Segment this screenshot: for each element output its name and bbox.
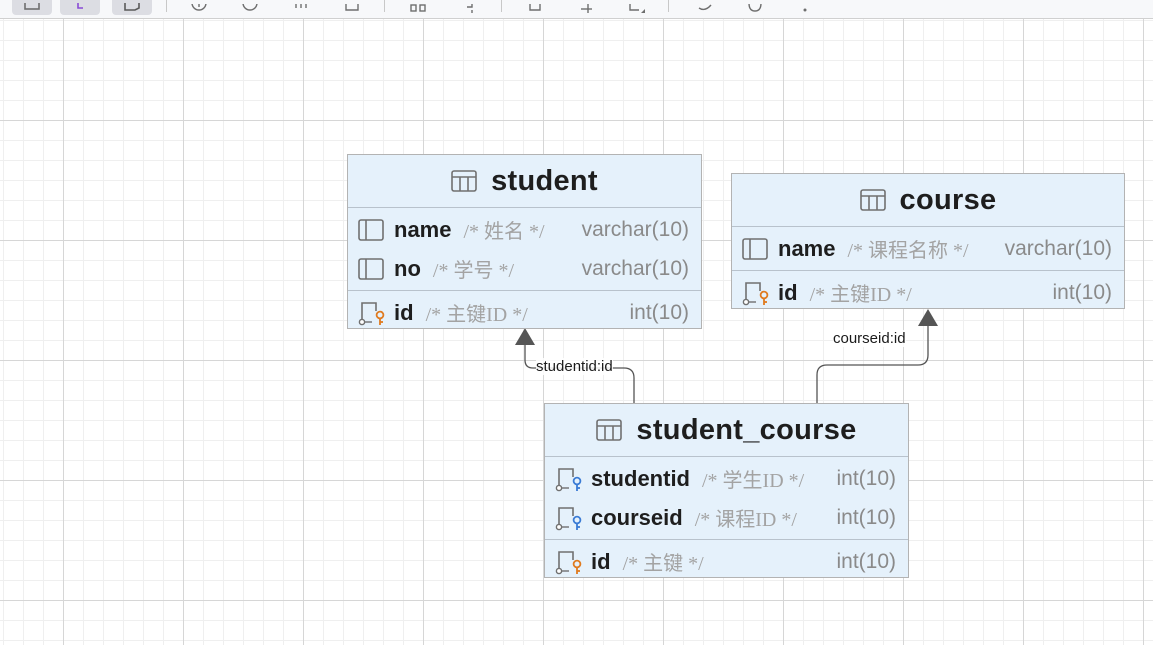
column-name: id [778,279,798,305]
column-comment: /* 主键ID */ [809,284,912,306]
column-icon [742,235,770,263]
column-name: id [591,548,611,574]
column-comment: /* 主键 */ [622,553,704,575]
entity-header: student [348,155,701,208]
foreign-key-group: studentid /* 学生ID */ int(10) courseid /*… [545,457,908,540]
column-comment: /* 学号 */ [432,260,515,282]
column-type: varchar(10) [581,217,689,241]
foreign-key-icon [555,504,583,532]
column-type: varchar(10) [1004,236,1112,260]
column-row[interactable]: name /* 课程名称 */ varchar(10) [732,229,1124,268]
column-type: int(10) [1052,280,1112,304]
edge-courseid[interactable] [816,309,938,403]
table-icon [451,170,477,192]
column-comment: /* 学生ID */ [702,470,805,492]
column-name: courseid [591,504,683,530]
column-name: name [778,235,836,261]
primary-key-icon [555,548,583,576]
key-group: id /* 主键ID */ int(10) [732,271,1124,314]
column-row[interactable]: name /* 姓名 */ varchar(10) [348,210,701,249]
entity-title: student [491,164,598,197]
column-comment: /* 主键ID */ [425,304,528,326]
column-type: int(10) [836,466,896,490]
column-comment: /* 课程名称 */ [847,240,969,262]
column-type: int(10) [836,505,896,529]
entity-header: student_course [545,404,908,457]
column-comment: /* 课程ID */ [694,509,797,531]
column-group: name /* 姓名 */ varchar(10) no /* 学号 */ va… [348,208,701,291]
key-group: id /* 主键ID */ int(10) [348,291,701,334]
entity-student-course[interactable]: student_course studentid /* 学生ID */ int(… [544,403,909,578]
edge-label-courseid: courseid:id [833,330,906,347]
column-name: studentid [591,465,690,491]
table-icon [859,189,886,211]
column-row[interactable]: id /* 主键 */ int(10) [545,542,908,581]
column-row[interactable]: courseid /* 课程ID */ int(10) [545,498,908,537]
edge-label-studentid: studentid:id [536,358,613,375]
column-comment: /* 姓名 */ [463,221,545,243]
column-name: no [394,255,421,281]
entity-title: course [899,183,997,216]
entity-title: student_course [636,413,857,446]
entity-header: course [732,174,1124,227]
key-group: id /* 主键 */ int(10) [545,540,908,583]
column-icon [358,216,386,244]
column-name: name [394,216,452,242]
column-type: int(10) [629,300,689,324]
entity-course[interactable]: course name /* 课程名称 */ varchar(10) id /*… [731,173,1125,309]
column-row[interactable]: no /* 学号 */ varchar(10) [348,249,701,288]
primary-key-icon [742,279,770,307]
primary-key-icon [358,299,386,327]
column-type: int(10) [836,549,896,573]
foreign-key-icon [555,465,583,493]
column-row[interactable]: id /* 主键ID */ int(10) [348,293,701,332]
column-type: varchar(10) [581,256,689,280]
column-icon [358,255,386,283]
column-name: id [394,299,414,325]
column-group: name /* 课程名称 */ varchar(10) [732,227,1124,271]
column-row[interactable]: studentid /* 学生ID */ int(10) [545,459,908,498]
table-icon [596,419,623,441]
entity-student[interactable]: student name /* 姓名 */ varchar(10) no /* … [347,154,702,329]
column-row[interactable]: id /* 主键ID */ int(10) [732,273,1124,312]
